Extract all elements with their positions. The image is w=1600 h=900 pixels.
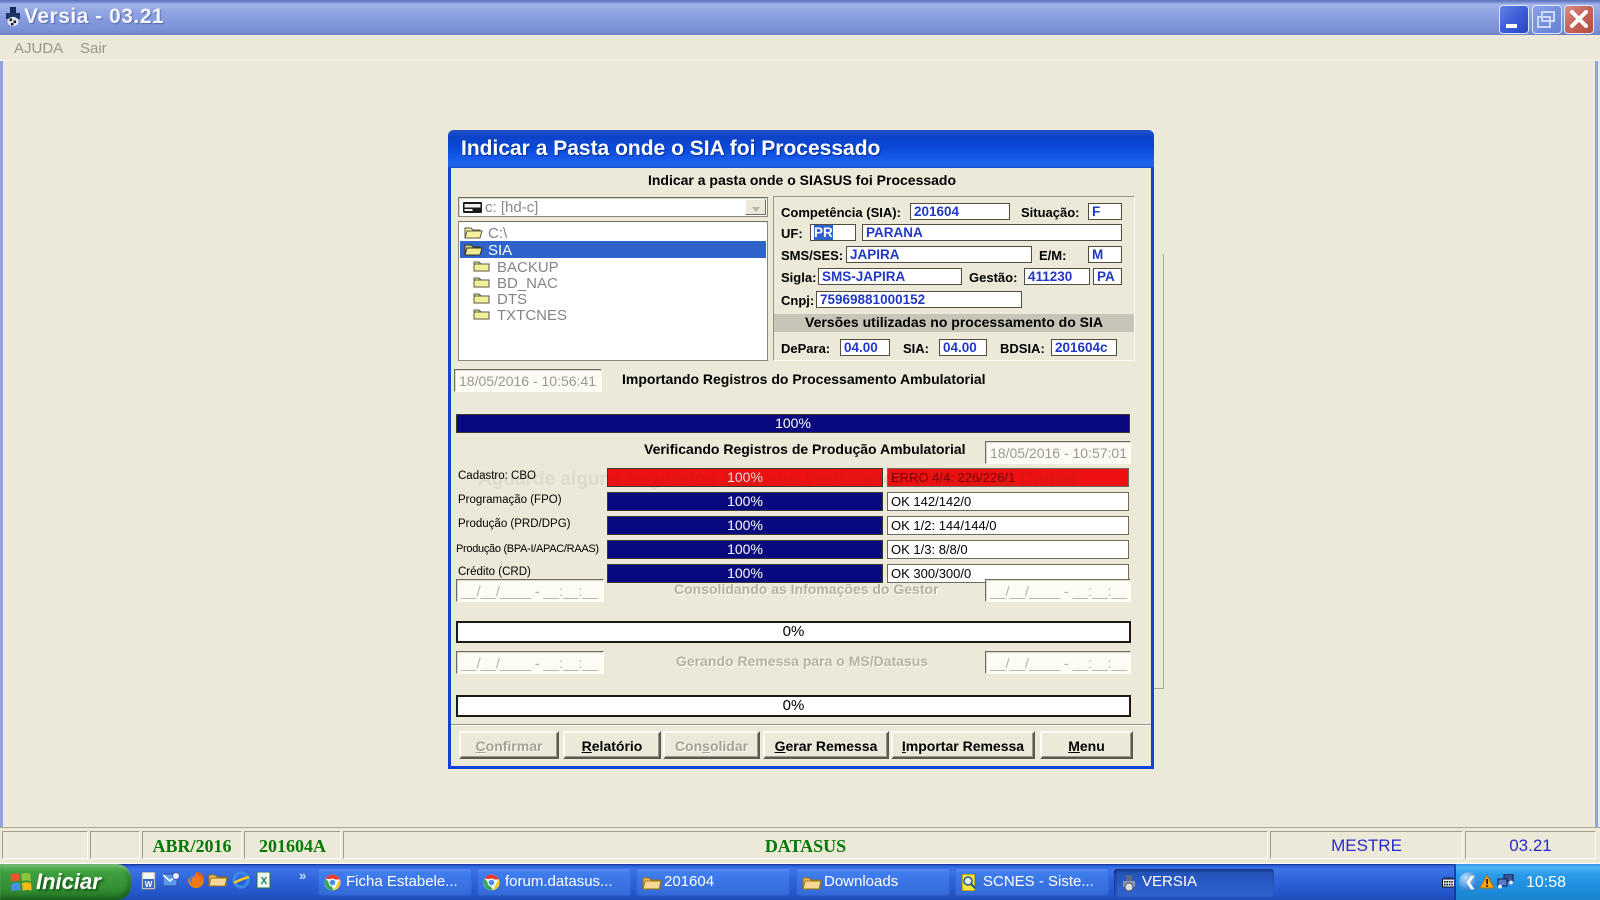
svg-text:X: X (261, 876, 268, 887)
svg-text:W: W (145, 880, 153, 889)
